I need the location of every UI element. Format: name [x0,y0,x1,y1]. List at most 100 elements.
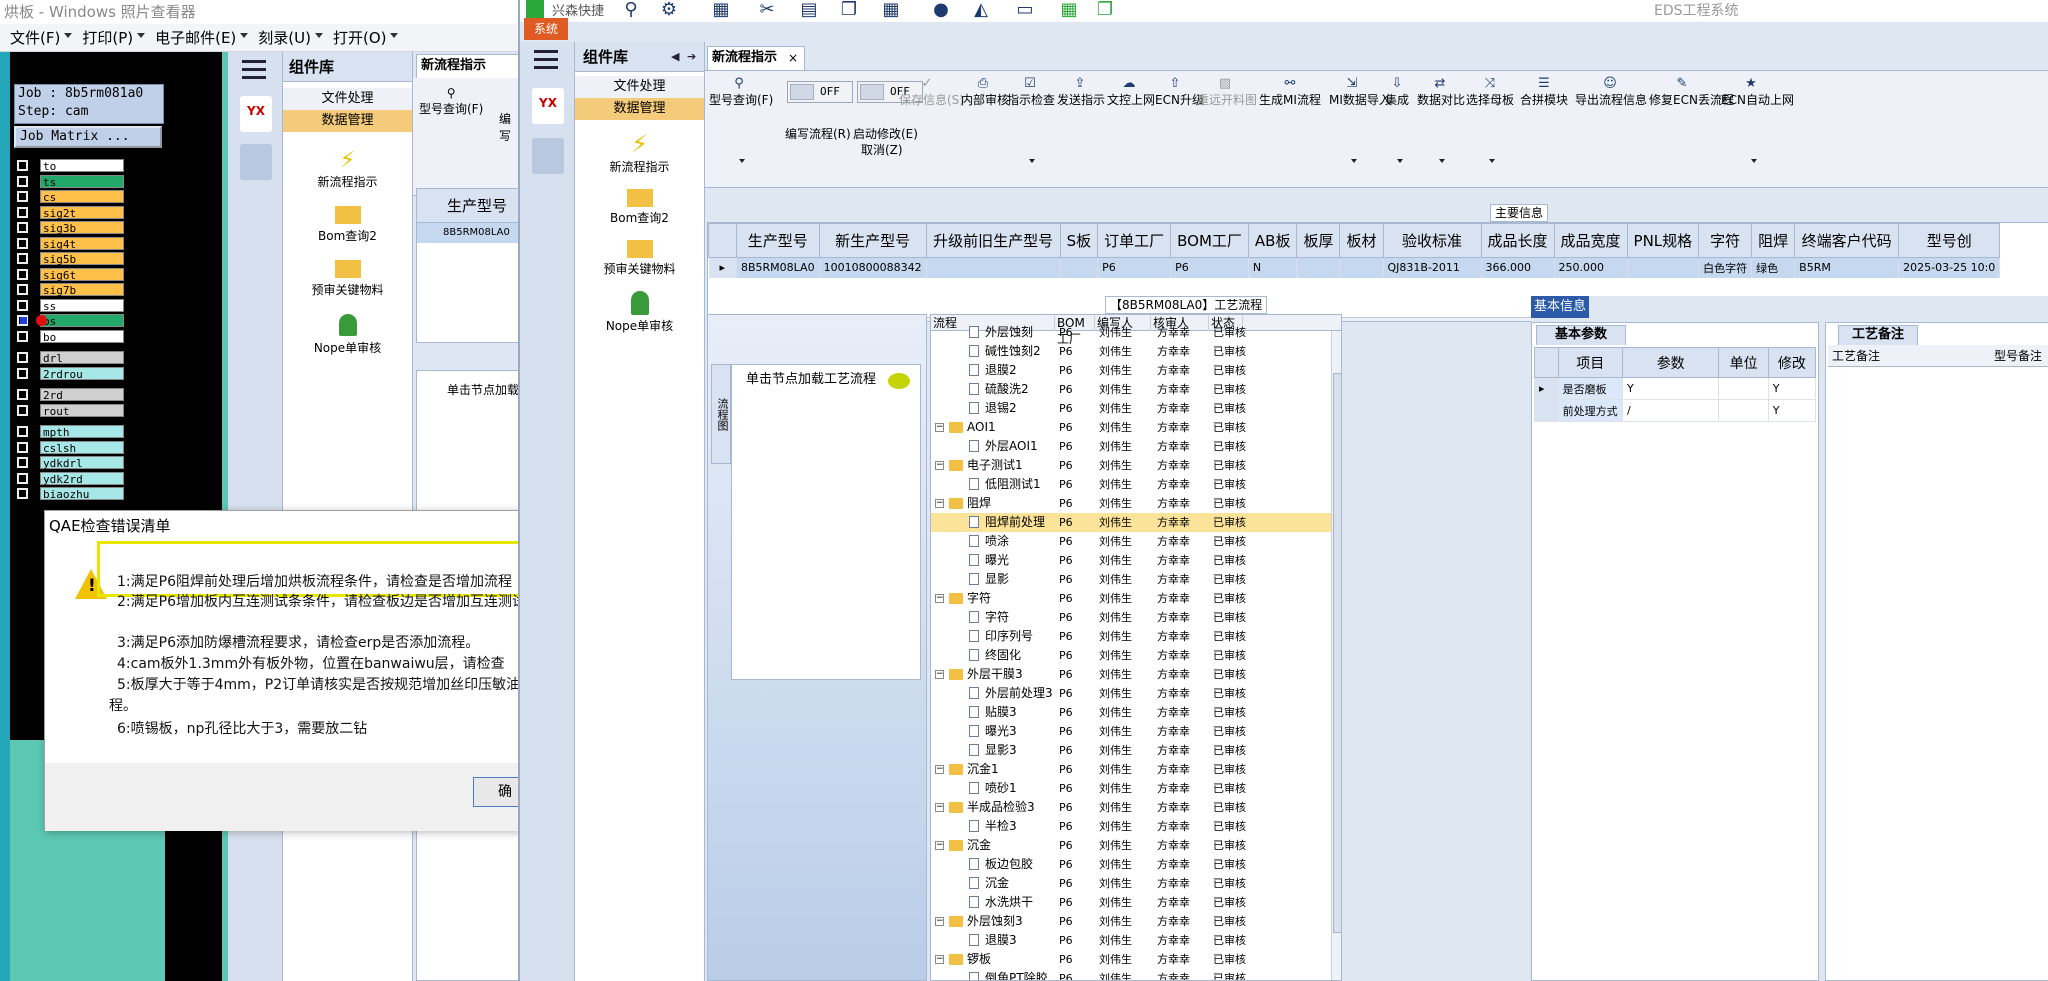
tree-row[interactable]: 板边包胶 P6 刘伟生 方幸幸 已审核 [931,855,1331,874]
chevron-down-icon[interactable] [739,159,745,163]
table-cell[interactable]: QJ831B-2011 [1383,257,1482,278]
menu-item[interactable]: 打开(O) [323,27,399,48]
table-cell[interactable]: Y [1621,377,1720,400]
col-header[interactable]: PNL规格 [1626,223,1700,258]
collapse-icon[interactable]: − [935,765,944,774]
nav-bom-query[interactable]: Bom查询2 [575,189,704,226]
tree-row[interactable]: − 沉金 P6 刘伟生 方幸幸 已审核 [931,836,1331,855]
col-header[interactable]: 终端客户代码 [1794,223,1900,258]
tree-row[interactable]: − 外层干膜3 P6 刘伟生 方幸幸 已审核 [931,665,1331,684]
row-indicator[interactable]: ▸ [1534,377,1559,400]
toolbar-button[interactable]: ⤨ 选择母板 [1465,77,1515,108]
windows-icon[interactable]: ▦ [1058,0,1080,20]
collapse-icon[interactable]: − [935,499,944,508]
middle-nav-bom[interactable]: Bom查询2 [283,206,412,244]
system-tab[interactable]: 系统 [524,18,568,40]
tree-row[interactable]: − 阻焊 P6 刘伟生 方幸幸 已审核 [931,494,1331,513]
tree-row[interactable]: 喷涂 P6 刘伟生 方幸幸 已审核 [931,532,1331,551]
table-cell[interactable]: 250.000 [1554,257,1628,278]
flow-chart-vertical-tab[interactable]: 流程图 [711,364,731,464]
toolbar-button[interactable]: ☑ 指示检查 [1007,77,1055,108]
toolbar-button[interactable]: ✎ 修复ECN丢流程 [1649,77,1734,108]
data-management-section[interactable]: 数据管理 [575,98,704,120]
toolbar-button[interactable]: ⇧ ECN升级 [1155,77,1204,108]
collapse-left-icon[interactable]: ◀ [671,42,679,72]
tree-row[interactable]: 低阻测试1 P6 刘伟生 方幸幸 已审核 [931,475,1331,494]
middle-tab[interactable]: 新流程指示 [416,54,520,78]
menu-item[interactable]: 文件(F) [0,27,73,48]
nav-prereview-materials[interactable]: 预审关键物料 [575,240,704,277]
collapse-icon[interactable]: − [935,917,944,926]
col-header[interactable]: BOM工厂 [1170,223,1249,258]
tree-row[interactable]: 曝光 P6 刘伟生 方幸幸 已审核 [931,551,1331,570]
tab-basic-params[interactable]: 基本参数 [1536,325,1626,345]
tab-basic-info[interactable]: 基本信息 [1531,296,1589,318]
search-icon[interactable]: ⚲ [620,0,642,20]
calendar-icon[interactable]: ▤ [798,0,820,20]
collapse-icon[interactable]: − [935,423,944,432]
tree-row[interactable]: 硫酸洗2 P6 刘伟生 方幸幸 已审核 [931,380,1331,399]
collapse-icon[interactable]: − [935,841,944,850]
tree-row[interactable]: − 沉金1 P6 刘伟生 方幸幸 已审核 [931,760,1331,779]
table-cell[interactable]: 白色字符 [1698,257,1753,278]
tree-row[interactable]: − 字符 P6 刘伟生 方幸幸 已审核 [931,589,1331,608]
toolbar-button[interactable]: ☰ 合拼模块 [1519,77,1569,108]
row-indicator[interactable] [1534,399,1559,422]
table-cell[interactable]: P6 [1097,257,1172,278]
table-cell[interactable]: 是否磨板 [1557,377,1623,400]
tree-row[interactable]: − 电子测试1 P6 刘伟生 方幸幸 已审核 [931,456,1331,475]
tree-row[interactable]: 倒角PT除胶 P6 刘伟生 方幸幸 已审核 [931,969,1331,980]
table-cell[interactable] [1718,399,1769,422]
col-header[interactable]: S板 [1059,223,1099,258]
col-header[interactable]: 生产型号 [736,223,820,258]
menu-item[interactable]: 刻录(U) [248,27,323,48]
calculator-icon[interactable] [532,138,564,174]
table-cell[interactable]: 8B5RM08LA0 [736,257,820,278]
user-icon[interactable]: ● [930,0,952,20]
col-header[interactable]: 字符 [1698,223,1753,258]
table-cell[interactable]: P6 [1170,257,1249,278]
row-indicator[interactable]: ▸ [708,257,737,278]
toolbar-button[interactable]: ⎙ 内部审核 [961,77,1009,108]
table-cell[interactable] [1339,257,1384,278]
table-cell[interactable] [1296,257,1341,278]
chevron-down-icon[interactable] [1397,159,1403,163]
col-header[interactable]: 新生产型号 [818,223,927,258]
scrollbar-thumb[interactable] [1333,373,1341,933]
menu-icon[interactable] [534,50,558,74]
menu-item[interactable]: 打印(P) [72,27,145,48]
monitor-icon[interactable]: ▭ [1014,0,1036,20]
tree-row[interactable]: 印序列号 P6 刘伟生 方幸幸 已审核 [931,627,1331,646]
chevron-down-icon[interactable] [1489,159,1495,163]
table-cell[interactable]: 绿色 [1751,257,1796,278]
table-cell[interactable]: 10010800088342 [819,257,927,278]
tree-row[interactable]: 外层前处理3 P6 刘伟生 方幸幸 已审核 [931,684,1331,703]
col-header[interactable]: 订单工厂 [1097,223,1172,258]
tree-row[interactable]: 显影 P6 刘伟生 方幸幸 已审核 [931,570,1331,589]
collapse-icon[interactable]: − [935,803,944,812]
toolbar-button[interactable]: ⇄ 数据对比 [1417,77,1465,108]
col-header[interactable]: 板材 [1339,223,1384,258]
chevron-down-icon[interactable] [1029,159,1035,163]
calculator-icon[interactable] [240,144,272,180]
middle-data-management[interactable]: 数据管理 [283,110,412,132]
table-cell[interactable] [1718,377,1769,400]
tree-row[interactable]: − 外层蚀刻3 P6 刘伟生 方幸幸 已审核 [931,912,1331,931]
table-cell[interactable]: N [1248,257,1298,278]
menu-icon[interactable] [242,60,266,79]
tree-row[interactable]: 沉金 P6 刘伟生 方幸幸 已审核 [931,874,1331,893]
tree-row[interactable]: − 锣板 P6 刘伟生 方幸幸 已审核 [931,950,1331,969]
toolbar-button[interactable]: ⇲ MI数据导入 [1329,77,1391,108]
table-cell[interactable]: 前处理方式 [1557,399,1623,422]
tree-row[interactable]: − 半成品检验3 P6 刘伟生 方幸幸 已审核 [931,798,1331,817]
table-cell[interactable]: 2025-03-25 10:0 [1898,257,2001,278]
middle-edit-button[interactable]: 编写 [499,110,520,144]
toolbar-button[interactable]: ⚲ 型号查询(F) [709,77,773,108]
table-cell[interactable]: Y [1767,399,1817,422]
chevron-down-icon[interactable] [1351,159,1357,163]
col-header[interactable]: AB板 [1247,223,1298,258]
collapse-icon[interactable]: − [935,594,944,603]
toolbar-button[interactable]: ☁ 文控上网 [1107,77,1155,108]
yx-app-icon[interactable]: YX [532,88,564,124]
toolbar-button[interactable]: ★ ECN自动上网 [1721,77,1794,108]
